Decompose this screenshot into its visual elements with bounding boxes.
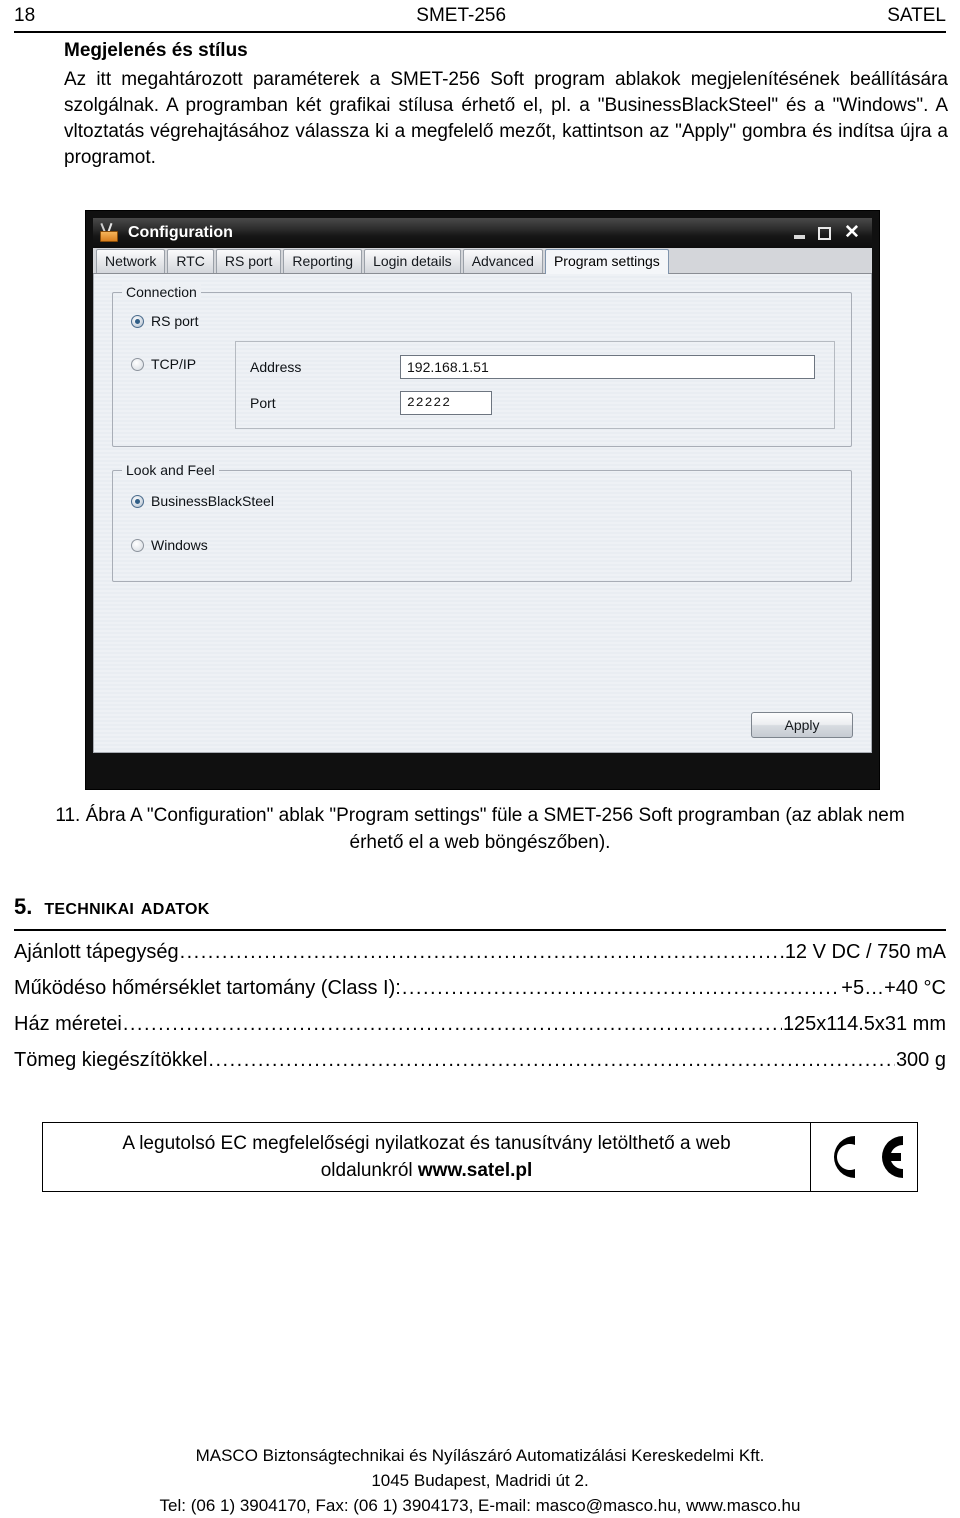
radio-windows-label: Windows <box>151 537 208 553</box>
minimize-icon[interactable] <box>794 235 805 239</box>
window-client-area: Connection RS port TCP/IP Address 192.16… <box>93 274 872 753</box>
close-icon[interactable]: ✕ <box>844 223 860 242</box>
radio-rs-port[interactable]: RS port <box>131 313 198 329</box>
configuration-window: Configuration ✕ Network RTC RS port Repo… <box>85 210 880 790</box>
section-title: Technikai adatok <box>44 893 210 919</box>
tab-rtc[interactable]: RTC <box>167 249 214 273</box>
ce-declaration-box: A legutolsó EC megfelelőségi nyilatkozat… <box>42 1122 918 1192</box>
ce-mark-icon <box>811 1123 917 1191</box>
address-input[interactable]: 192.168.1.51 <box>400 355 815 379</box>
tcp-ip-settings-panel: Address 192.168.1.51 Port 22222 <box>235 341 835 429</box>
look-and-feel-group-title: Look and Feel <box>122 462 219 478</box>
radio-tcp-ip-label: TCP/IP <box>151 356 197 372</box>
tab-rs-port[interactable]: RS port <box>215 249 282 273</box>
footer-contact: Tel: (06 1) 3904170, Fax: (06 1) 3904173… <box>159 1496 801 1515</box>
ce-text-line1: A legutolsó EC megfelelőségi nyilatkozat… <box>122 1133 731 1154</box>
radio-businessblacksteel-indicator[interactable] <box>131 494 144 508</box>
radio-windows-indicator[interactable] <box>131 538 144 552</box>
radio-tcp-ip-indicator[interactable] <box>131 357 144 371</box>
intro-paragraph: Az itt megahtározott paraméterek a SMET-… <box>64 69 948 168</box>
tab-strip: Network RTC RS port Reporting Login deta… <box>93 248 872 274</box>
port-input[interactable]: 22222 <box>400 391 492 415</box>
address-label: Address <box>250 359 302 375</box>
port-field-row: Port 22222 <box>250 391 825 415</box>
brand-name: SATEL <box>887 5 946 26</box>
window-title: Configuration <box>128 224 233 241</box>
maximize-icon[interactable] <box>818 226 831 240</box>
radio-rs-port-indicator[interactable] <box>131 314 144 328</box>
spec-row: Működéso hőmérséklet tartomány (Class I)… <box>14 977 946 1013</box>
spec-name: Ház méretei <box>14 1013 122 1035</box>
leader-dots: ........................................… <box>179 941 784 963</box>
spec-name: Ajánlott tápegység <box>14 941 179 963</box>
leader-dots: ........................................… <box>401 977 840 999</box>
tab-network[interactable]: Network <box>96 249 166 273</box>
section-heading: 5. Technikai adatok <box>14 893 946 920</box>
connection-group: Connection RS port TCP/IP Address 192.16… <box>112 284 852 447</box>
radio-tcp-ip[interactable]: TCP/IP <box>131 356 196 372</box>
technical-specifications: Ajánlott tápegység .....................… <box>14 941 946 1085</box>
page-footer: MASCO Biztonságtechnikai és Nyílászáró A… <box>14 1443 946 1518</box>
intro-heading: Megjelenés és stílus <box>64 40 248 61</box>
spec-row: Ajánlott tápegység .....................… <box>14 941 946 977</box>
window-titlebar: Configuration ✕ <box>93 218 872 248</box>
radio-rs-port-label: RS port <box>151 313 199 329</box>
tab-program-settings[interactable]: Program settings <box>544 249 669 274</box>
ce-text-line2-prefix: oldalunkról <box>320 1160 418 1181</box>
spec-value: 125x114.5x31 mm <box>782 1013 946 1035</box>
figure-caption: 11. Ábra A "Configuration" ablak "Progra… <box>40 802 920 856</box>
radio-businessblacksteel[interactable]: BusinessBlackSteel <box>131 493 274 509</box>
section-number: 5. <box>14 894 33 919</box>
spec-value: 300 g <box>895 1049 946 1071</box>
tab-reporting[interactable]: Reporting <box>283 249 363 273</box>
document-title: SMET-256 <box>416 5 507 26</box>
figure-caption-line1: 11. Ábra A "Configuration" ablak "Progra… <box>55 805 812 826</box>
spec-name: Működéso hőmérséklet tartomány (Class I)… <box>14 977 401 999</box>
spec-name: Tömeg kiegészítökkel <box>14 1049 208 1071</box>
ce-declaration-text: A legutolsó EC megfelelőségi nyilatkozat… <box>43 1123 811 1191</box>
radio-windows[interactable]: Windows <box>131 537 208 553</box>
spec-value: +5…+40 °C <box>841 977 946 999</box>
tab-advanced[interactable]: Advanced <box>462 249 543 273</box>
page-header: 18 SMET-256 SATEL <box>14 0 946 32</box>
page-number: 18 <box>14 5 36 26</box>
connection-group-title: Connection <box>122 284 201 300</box>
port-label: Port <box>250 395 276 411</box>
look-and-feel-group: Look and Feel BusinessBlackSteel Windows <box>112 462 852 582</box>
apply-button[interactable]: Apply <box>751 712 853 738</box>
leader-dots: ........................................… <box>122 1013 782 1035</box>
radio-businessblacksteel-label: BusinessBlackSteel <box>151 493 274 509</box>
tab-login-details[interactable]: Login details <box>364 249 461 273</box>
intro-block: Megjelenés és stílus Az itt megahtározot… <box>64 40 948 171</box>
window-controls: ✕ <box>794 223 868 242</box>
footer-company: MASCO Biztonságtechnikai és Nyílászáró A… <box>195 1446 765 1465</box>
address-field-row: Address 192.168.1.51 <box>250 355 825 379</box>
spec-row: Tömeg kiegészítökkel ...................… <box>14 1049 946 1085</box>
toolbox-icon <box>99 222 119 243</box>
section-divider <box>14 929 946 931</box>
spec-value: 12 V DC / 750 mA <box>784 941 946 963</box>
header-divider <box>14 31 946 33</box>
spec-row: Ház méretei ............................… <box>14 1013 946 1049</box>
footer-address: 1045 Budapest, Madridi út 2. <box>371 1471 589 1490</box>
satel-website: www.satel.pl <box>417 1160 533 1181</box>
leader-dots: ........................................… <box>208 1049 895 1071</box>
